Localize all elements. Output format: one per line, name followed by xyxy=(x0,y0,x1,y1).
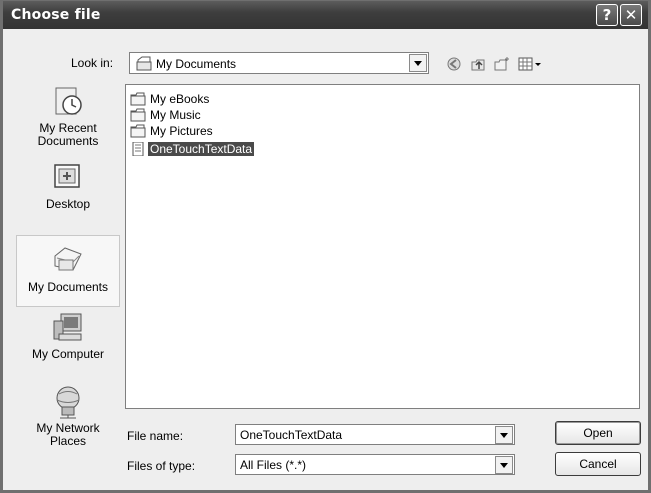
place-label: My Network xyxy=(36,421,100,435)
list-item[interactable]: OneTouchTextData xyxy=(130,141,255,157)
close-button[interactable]: ✕ xyxy=(620,4,642,26)
list-item[interactable]: My Pictures xyxy=(130,123,215,139)
place-label: Documents xyxy=(37,134,99,148)
file-name-value: OneTouchTextData xyxy=(240,428,343,442)
file-type-dropdown-arrow[interactable] xyxy=(495,456,513,474)
help-button[interactable]: ? xyxy=(596,4,618,26)
network-places-icon xyxy=(56,386,80,419)
window-title: Choose file xyxy=(11,7,101,23)
place-my-network-places[interactable]: My Network Places xyxy=(16,385,120,457)
place-desktop[interactable]: Desktop xyxy=(16,161,120,221)
place-label: Places xyxy=(49,434,87,448)
file-label: My Pictures xyxy=(150,124,213,138)
my-computer-icon xyxy=(53,313,82,341)
look-in-value: My Documents xyxy=(156,57,237,71)
folder-icon xyxy=(130,92,146,106)
place-label: My Computer xyxy=(31,347,105,361)
place-label: My Documents xyxy=(27,280,109,294)
open-button[interactable]: Open xyxy=(555,421,641,445)
desktop-icon xyxy=(54,164,80,188)
back-icon[interactable] xyxy=(444,54,464,74)
folder-icon xyxy=(130,124,146,138)
recent-documents-icon xyxy=(55,87,82,115)
file-list[interactable]: My eBooks My Music My Pictures OneTouchT… xyxy=(125,84,640,409)
folder-icon xyxy=(130,108,146,122)
look-in-combo[interactable]: My Documents xyxy=(129,52,429,74)
look-in-label: Look in: xyxy=(71,56,114,70)
choose-file-dialog: Choose file ? ✕ Look in: My Documents My… xyxy=(0,0,651,493)
place-label: My Recent xyxy=(39,121,97,135)
file-type-combo[interactable]: All Files (*.*) xyxy=(235,454,515,475)
cancel-button[interactable]: Cancel xyxy=(555,452,641,476)
list-item[interactable]: My Music xyxy=(130,107,203,123)
title-bar[interactable]: Choose file ? ✕ xyxy=(3,1,648,29)
place-my-computer[interactable]: My Computer xyxy=(16,311,120,371)
file-type-value: All Files (*.*) xyxy=(240,458,307,472)
file-type-label: Files of type: xyxy=(127,459,196,473)
list-item[interactable]: My eBooks xyxy=(130,91,211,107)
file-name-label: File name: xyxy=(127,429,184,443)
file-label: OneTouchTextData xyxy=(148,142,255,156)
up-folder-icon[interactable] xyxy=(468,54,488,74)
file-name-dropdown-arrow[interactable] xyxy=(495,426,513,444)
file-label: My Music xyxy=(150,108,201,122)
my-documents-icon xyxy=(136,56,152,74)
new-folder-icon[interactable] xyxy=(492,54,512,74)
text-file-icon xyxy=(132,142,144,156)
look-in-dropdown-arrow[interactable] xyxy=(409,54,427,72)
file-name-combo[interactable]: OneTouchTextData xyxy=(235,424,515,445)
place-my-recent-documents[interactable]: My Recent Documents xyxy=(16,85,120,157)
file-label: My eBooks xyxy=(150,92,210,106)
place-my-documents[interactable]: My Documents xyxy=(16,235,120,307)
view-menu-icon[interactable] xyxy=(516,54,544,74)
place-label: Desktop xyxy=(45,197,91,211)
places-bar: My Recent Documents Desktop My Documents xyxy=(16,85,120,481)
my-documents-icon xyxy=(54,247,82,271)
